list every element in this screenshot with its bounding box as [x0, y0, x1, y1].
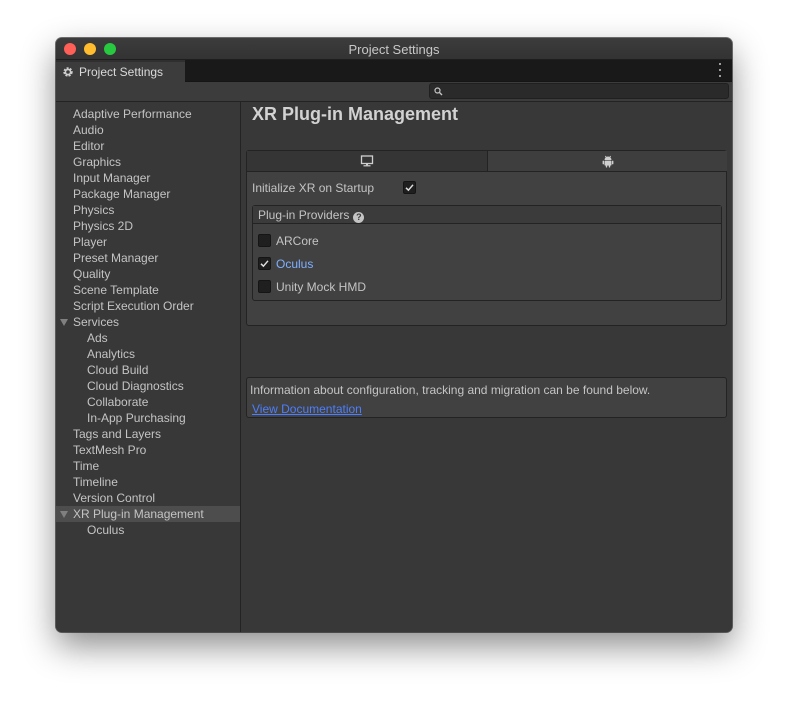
platform-settings-panel: Initialize XR on Startup Plug-in Provide… — [246, 150, 727, 326]
sidebar-item-tags-and-layers[interactable]: Tags and Layers — [56, 426, 240, 442]
sidebar-item-editor[interactable]: Editor — [56, 138, 240, 154]
tab-label: Project Settings — [79, 65, 164, 79]
sidebar-item-input-manager[interactable]: Input Manager — [56, 170, 240, 186]
checkmark-icon — [260, 260, 269, 268]
arcore-label: ARCore — [276, 234, 319, 248]
sidebar-item-quality[interactable]: Quality — [56, 266, 240, 282]
sidebar-item-preset-manager[interactable]: Preset Manager — [56, 250, 240, 266]
settings-sidebar: Adaptive Performance Audio Editor Graphi… — [56, 102, 241, 632]
unity-mock-hmd-label: Unity Mock HMD — [276, 280, 367, 294]
sidebar-item-cloud-build[interactable]: Cloud Build — [56, 362, 240, 378]
view-documentation-link[interactable]: View Documentation — [252, 402, 362, 416]
sidebar-item-package-manager[interactable]: Package Manager — [56, 186, 240, 202]
sidebar-item-graphics[interactable]: Graphics — [56, 154, 240, 170]
arcore-checkbox[interactable] — [258, 234, 271, 247]
plugin-providers-header: Plug-in Providers? — [253, 206, 721, 224]
sidebar-item-oculus[interactable]: Oculus — [56, 522, 240, 538]
oculus-checkbox[interactable] — [258, 257, 271, 270]
search-input[interactable] — [429, 83, 729, 99]
window-title: Project Settings — [348, 42, 440, 57]
tab-project-settings[interactable]: Project Settings — [56, 60, 185, 82]
sidebar-item-in-app-purchasing[interactable]: In-App Purchasing — [56, 410, 240, 426]
sidebar-item-audio[interactable]: Audio — [56, 122, 240, 138]
project-settings-window: Project Settings Project Settings Adapti… — [56, 38, 732, 632]
plugin-providers-box: Plug-in Providers? ARCore Oculus Unity M… — [252, 205, 722, 301]
title-bar[interactable]: Project Settings — [56, 38, 732, 60]
search-icon — [434, 87, 443, 96]
unity-mock-hmd-checkbox[interactable] — [258, 280, 271, 293]
init-xr-startup-label: Initialize XR on Startup — [252, 181, 375, 195]
sidebar-item-script-execution-order[interactable]: Script Execution Order — [56, 298, 240, 314]
settings-content: XR Plug-in Management Initialize XR on S… — [241, 102, 732, 632]
oculus-label: Oculus — [276, 257, 314, 271]
init-xr-startup-checkbox[interactable] — [403, 181, 416, 194]
tab-android[interactable] — [488, 151, 727, 172]
sidebar-item-version-control[interactable]: Version Control — [56, 490, 240, 506]
sidebar-item-time[interactable]: Time — [56, 458, 240, 474]
help-icon[interactable]: ? — [353, 212, 365, 223]
sidebar-item-adaptive-performance[interactable]: Adaptive Performance — [56, 106, 240, 122]
sidebar-item-collaborate[interactable]: Collaborate — [56, 394, 240, 410]
sidebar-item-player[interactable]: Player — [56, 234, 240, 250]
info-text: Information about configuration, trackin… — [250, 383, 651, 397]
search-toolbar — [56, 82, 732, 102]
sidebar-item-cloud-diagnostics[interactable]: Cloud Diagnostics — [56, 378, 240, 394]
sidebar-item-analytics[interactable]: Analytics — [56, 346, 240, 362]
page-title: XR Plug-in Management — [252, 104, 459, 124]
sidebar-item-physics-2d[interactable]: Physics 2D — [56, 218, 240, 234]
sidebar-item-physics[interactable]: Physics — [56, 202, 240, 218]
tab-desktop[interactable] — [247, 151, 488, 172]
xr-expand-arrow-icon[interactable] — [60, 511, 68, 518]
info-box: Information about configuration, trackin… — [246, 377, 727, 418]
sidebar-item-xr-plugin-management[interactable]: XR Plug-in Management — [56, 506, 240, 522]
checkmark-icon — [405, 184, 414, 192]
android-icon — [602, 155, 613, 168]
sidebar-item-ads[interactable]: Ads — [56, 330, 240, 346]
more-options-icon[interactable] — [718, 63, 722, 77]
sidebar-item-textmesh-pro[interactable]: TextMesh Pro — [56, 442, 240, 458]
sidebar-item-timeline[interactable]: Timeline — [56, 474, 240, 490]
desktop-icon — [360, 155, 374, 167]
sidebar-item-services[interactable]: Services — [56, 314, 240, 330]
sidebar-item-scene-template[interactable]: Scene Template — [56, 282, 240, 298]
gear-icon — [63, 67, 73, 77]
tab-bar: Project Settings — [56, 60, 732, 82]
plugin-providers-title: Plug-in Providers — [258, 208, 350, 222]
